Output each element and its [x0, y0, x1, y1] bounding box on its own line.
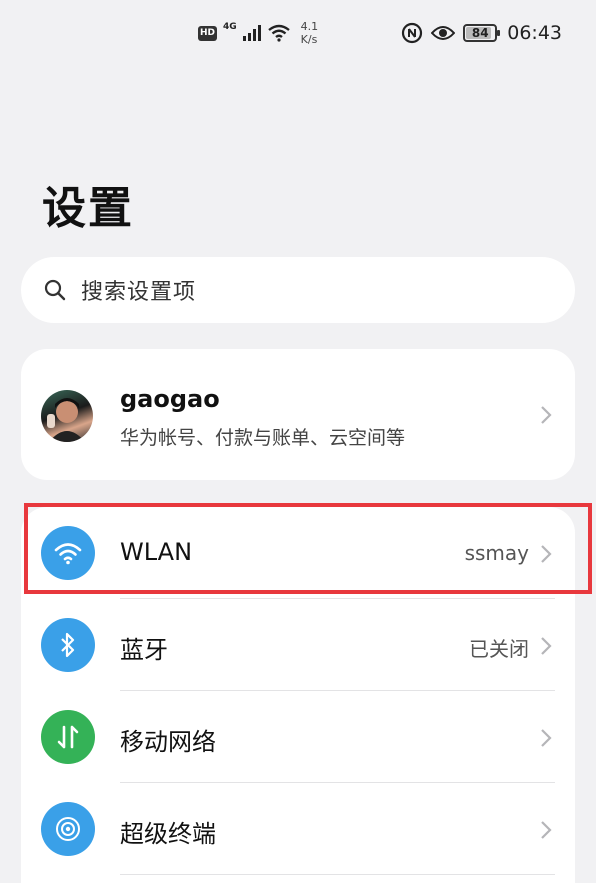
search-input[interactable]: 搜索设置项 — [21, 257, 575, 323]
nfc-icon — [402, 22, 423, 44]
setting-label: 蓝牙 — [120, 636, 168, 664]
account-name: gaogao — [120, 385, 220, 413]
setting-row-mobile-network[interactable]: 移动网络 — [21, 691, 575, 783]
highlight-box — [24, 503, 592, 594]
battery-indicator: 84 — [463, 24, 501, 42]
page-title: 设置 — [42, 183, 134, 234]
account-subtitle: 华为帐号、付款与账单、云空间等 — [120, 427, 406, 449]
wifi-status-icon — [267, 24, 290, 42]
setting-row-super-device[interactable]: 超级终端 — [21, 783, 575, 875]
chevron-right-icon — [541, 821, 552, 839]
speed-unit: K/s — [300, 33, 318, 46]
super-device-icon — [41, 802, 95, 856]
status-right-group: 84 06:43 — [401, 18, 562, 48]
status-bar: HD 4G 4.1 K/s 84 06:43 — [0, 0, 596, 66]
mobile-network-icon — [41, 710, 95, 764]
divider — [120, 874, 555, 875]
eye-comfort-icon — [431, 26, 456, 40]
signal-icon — [242, 25, 261, 41]
avatar — [41, 390, 93, 442]
setting-row-bluetooth[interactable]: 蓝牙 已关闭 — [21, 599, 575, 691]
hd-badge: HD — [198, 25, 218, 41]
network-speed: 4.1 K/s — [301, 20, 319, 46]
account-card[interactable]: gaogao 华为帐号、付款与账单、云空间等 — [21, 349, 575, 480]
setting-label: 超级终端 — [120, 820, 216, 848]
search-icon — [44, 279, 66, 301]
search-placeholder: 搜索设置项 — [81, 280, 197, 305]
chevron-right-icon — [541, 406, 552, 424]
battery-level: 84 — [471, 26, 489, 40]
network-type: 4G — [223, 22, 237, 32]
setting-value: 已关闭 — [469, 637, 529, 661]
setting-label: 移动网络 — [120, 728, 216, 756]
bluetooth-icon — [41, 618, 95, 672]
chevron-right-icon — [541, 637, 552, 655]
speed-value: 4.1 — [300, 20, 319, 33]
chevron-right-icon — [541, 729, 552, 747]
status-left-group: HD 4G 4.1 K/s — [198, 16, 318, 50]
clock: 06:43 — [507, 22, 562, 44]
